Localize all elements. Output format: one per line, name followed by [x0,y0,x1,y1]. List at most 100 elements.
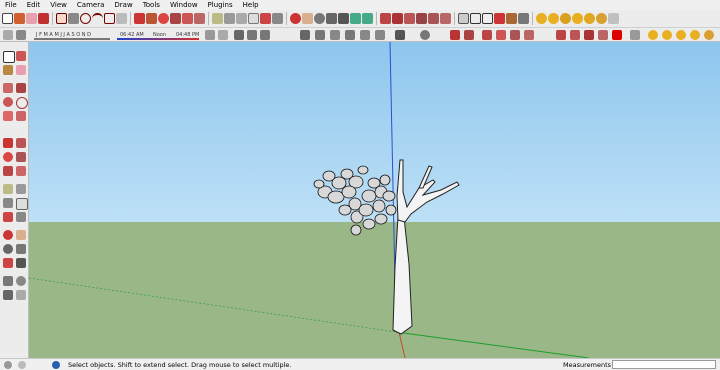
offset-icon[interactable] [194,13,205,24]
photo-texture-icon[interactable] [536,13,547,24]
outer-shell-icon[interactable] [524,30,534,40]
move-icon[interactable] [3,138,13,148]
geo-location-status-icon[interactable] [4,361,12,369]
solid-trim-icon[interactable] [496,30,506,40]
push-pull-icon[interactable] [16,138,26,148]
rectangle-icon[interactable] [56,13,67,24]
walk-icon[interactable] [3,290,13,300]
pan-icon[interactable] [302,13,313,24]
previous-view-icon[interactable] [350,13,361,24]
measurements-input[interactable] [612,360,716,369]
select-icon[interactable] [2,13,13,24]
arc-icon[interactable] [16,97,28,109]
polygon-icon[interactable] [104,13,115,24]
line-icon[interactable] [16,83,26,93]
pan-icon[interactable] [16,230,26,240]
right-view-icon[interactable] [416,13,427,24]
drape-icon[interactable] [375,30,385,40]
look-around-icon[interactable] [16,276,26,286]
make-component-icon[interactable] [14,13,25,24]
zoom-icon[interactable] [3,244,13,254]
geo-location-icon[interactable] [548,13,559,24]
left-view-icon[interactable] [440,13,451,24]
subdivide-icon[interactable] [315,30,325,40]
help-status-icon[interactable] [52,361,60,369]
extrude-icon[interactable] [260,30,270,40]
paint-bucket-icon[interactable] [3,65,13,75]
top-view-icon[interactable] [392,13,403,24]
zoom-window-icon[interactable] [16,244,26,254]
shaded-icon[interactable] [494,13,505,24]
stamp-icon[interactable] [360,30,370,40]
section-cut-icon[interactable] [570,30,580,40]
menu-help[interactable]: Help [238,0,264,10]
tape-measure-icon[interactable] [212,13,223,24]
hidden-line-icon[interactable] [482,13,493,24]
ruby-console-icon[interactable] [648,30,658,40]
zoom-extents-icon[interactable] [338,13,349,24]
make-component-icon[interactable] [16,51,26,61]
wireframe-icon[interactable] [470,13,481,24]
sandbox-icon[interactable] [330,30,340,40]
circle-icon[interactable] [80,13,91,24]
solid-union-icon[interactable] [450,30,460,40]
section-plane-icon[interactable] [16,290,26,300]
front-view-icon[interactable] [404,13,415,24]
line-icon[interactable] [68,13,79,24]
protractor-icon[interactable] [236,13,247,24]
rectangle-icon[interactable] [3,83,13,93]
menu-camera[interactable]: Camera [72,0,109,10]
component-options-icon[interactable] [676,30,686,40]
interact-icon[interactable] [704,30,714,40]
curve-icon[interactable] [300,30,310,40]
offset-icon[interactable] [16,166,26,176]
axes-icon[interactable] [3,212,13,222]
outliner-icon[interactable] [598,30,608,40]
orbit-icon[interactable] [290,13,301,24]
section-display-icon[interactable] [218,30,228,40]
orbit-icon[interactable] [3,230,13,240]
menu-edit[interactable]: Edit [22,0,46,10]
solid-subtract-icon[interactable] [464,30,474,40]
arc-icon[interactable] [92,13,103,24]
freehand-icon[interactable] [116,13,127,24]
match-photo-icon[interactable] [556,30,566,40]
solid-intersect-icon[interactable] [482,30,492,40]
eraser-icon[interactable] [16,65,26,75]
bezier-icon[interactable] [234,30,244,40]
tape-measure-icon[interactable] [3,184,13,194]
rotate-icon[interactable] [3,152,13,162]
menu-draw[interactable]: Draw [109,0,137,10]
polygon-icon[interactable] [3,111,13,121]
extension-icon[interactable] [596,13,607,24]
scale-icon[interactable] [3,166,13,176]
model-viewport[interactable] [29,42,720,358]
weld-icon[interactable] [247,30,257,40]
paint-bucket-icon[interactable] [38,13,49,24]
axes-icon[interactable] [260,13,271,24]
flip-edge-icon[interactable] [420,30,430,40]
eraser-icon[interactable] [26,13,37,24]
shadow-date-slider[interactable] [34,38,110,40]
dimension-icon[interactable] [3,198,13,208]
section-plane-icon[interactable] [205,30,215,40]
smooth-icon[interactable] [345,30,355,40]
scene-canvas[interactable] [29,42,720,358]
menu-file[interactable]: File [0,0,22,10]
protractor-icon[interactable] [16,184,26,194]
move-icon[interactable] [134,13,145,24]
select-icon[interactable] [3,51,15,63]
layers-icon[interactable] [584,30,594,40]
shadows-toggle-icon[interactable] [3,30,13,40]
solid-split-icon[interactable] [510,30,520,40]
dimension-icon[interactable] [224,13,235,24]
menu-window[interactable]: Window [165,0,203,10]
layout-icon[interactable] [608,13,619,24]
styles-icon[interactable] [612,30,622,40]
rotate-icon[interactable] [158,13,169,24]
shaded-texture-icon[interactable] [506,13,517,24]
scale-icon[interactable] [182,13,193,24]
follow-me-icon[interactable] [16,152,26,162]
component-attributes-icon[interactable] [690,30,700,40]
scenes-icon[interactable] [630,30,640,40]
